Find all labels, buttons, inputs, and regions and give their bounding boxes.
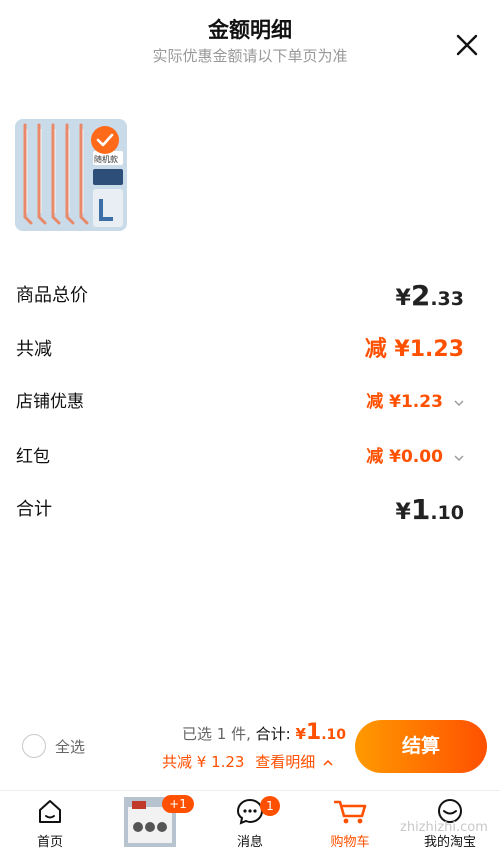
row-goods-total: 商品总价 ¥2.33 xyxy=(16,279,468,313)
sum-value: ¥1.10 xyxy=(395,493,464,526)
goods-total-label: 商品总价 xyxy=(16,285,88,306)
promo-badge: +1 xyxy=(162,795,194,813)
watermark: zhizhizhi.com xyxy=(400,820,488,835)
product-image xyxy=(15,119,127,231)
checkout-button[interactable]: 结算 xyxy=(355,720,487,773)
row-red-packet[interactable]: 红包 减 ¥0.00 xyxy=(16,440,468,474)
tab-messages-label: 消息 xyxy=(236,835,263,850)
shop-discount-value: 减 ¥1.23 xyxy=(366,392,443,412)
amount-detail-sheet: 金额明细 实际优惠金额请以下单页为准 随机款 商品总价 ¥2.33 共减 减 ¥… xyxy=(0,0,500,705)
tab-cart-label: 购物车 xyxy=(330,835,370,850)
select-all-radio[interactable] xyxy=(22,734,46,758)
tab-cart[interactable]: 购物车 xyxy=(300,791,400,850)
chevron-down-icon[interactable] xyxy=(454,453,464,463)
row-shop-discount[interactable]: 店铺优惠 减 ¥1.23 xyxy=(16,385,468,419)
tab-promo[interactable]: +1 xyxy=(100,791,200,849)
sheet-title: 金额明细 xyxy=(208,18,292,42)
home-icon xyxy=(39,800,61,823)
tab-home-label: 首页 xyxy=(36,835,63,850)
tab-home[interactable]: 首页 xyxy=(0,791,100,850)
view-detail-link[interactable]: 查看明细 xyxy=(255,753,315,771)
tab-messages[interactable]: 1 消息 xyxy=(200,791,300,850)
total-reduction-label: 共减 xyxy=(16,339,52,360)
row-sum: 合计 ¥1.10 xyxy=(16,493,468,527)
product-tag: 随机款 xyxy=(94,155,118,164)
close-icon[interactable] xyxy=(452,30,482,60)
product-thumbnail[interactable]: 随机款 xyxy=(15,119,127,231)
sum-label: 合计 xyxy=(16,499,52,520)
goods-total-value: ¥2.33 xyxy=(395,279,464,312)
row-total-reduction: 共减 减 ¥1.23 xyxy=(16,333,468,367)
selected-summary: 已选 1 件, 合计: ¥1.10 xyxy=(182,720,347,745)
red-packet-value: 减 ¥0.00 xyxy=(366,447,443,467)
chevron-up-icon[interactable] xyxy=(323,759,333,767)
sheet-subtitle: 实际优惠金额请以下单页为准 xyxy=(152,47,348,65)
cart-icon xyxy=(334,800,367,824)
reduction-summary[interactable]: 共减 ¥ 1.23 查看明细 xyxy=(162,751,333,772)
shop-discount-label: 店铺优惠 xyxy=(16,392,84,412)
message-badge: 1 xyxy=(260,796,280,816)
chevron-down-icon[interactable] xyxy=(454,398,464,408)
red-packet-label: 红包 xyxy=(16,447,50,467)
reduction-text: 共减 ¥ 1.23 xyxy=(162,753,245,771)
total-reduction-value: 减 ¥1.23 xyxy=(364,337,464,362)
select-all-label[interactable]: 全选 xyxy=(55,736,85,757)
